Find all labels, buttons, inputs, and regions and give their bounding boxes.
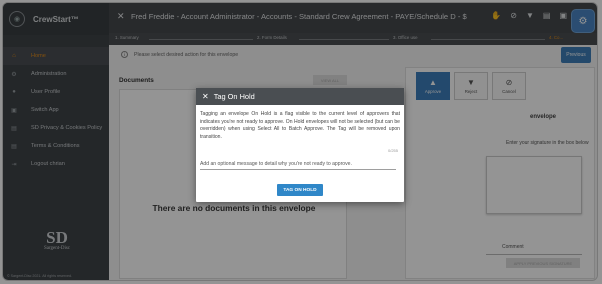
dialog-header: ✕ Tag On Hold bbox=[196, 88, 404, 105]
tag-on-hold-button[interactable]: TAG ON HOLD bbox=[277, 184, 323, 196]
tag-on-hold-dialog: ✕ Tag On Hold Tagging an envelope On Hol… bbox=[196, 88, 404, 202]
dialog-title: Tag On Hold bbox=[213, 92, 255, 101]
close-icon[interactable]: ✕ bbox=[202, 92, 209, 101]
message-field[interactable]: Add an optional message to detail why yo… bbox=[200, 161, 352, 167]
dialog-description: Tagging an envelope On Hold is a flag vi… bbox=[200, 111, 400, 140]
message-field-underline bbox=[200, 169, 396, 170]
character-counter: 0/255 bbox=[387, 148, 398, 153]
